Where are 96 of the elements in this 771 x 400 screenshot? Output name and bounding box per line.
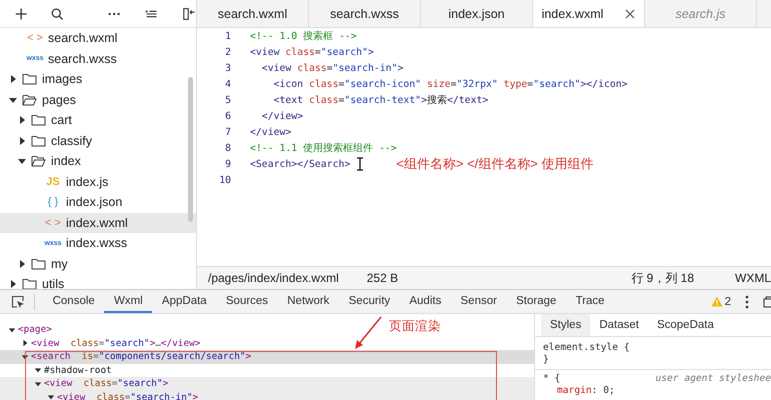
folder-icon [31, 134, 46, 147]
more-vertical-icon[interactable] [745, 294, 749, 308]
file-name[interactable]: index.js [66, 174, 108, 189]
devtools-tab[interactable]: Sensor [450, 290, 507, 313]
file-name[interactable]: index.wxml [66, 216, 128, 230]
line-number: 4 [224, 78, 231, 90]
folder-icon [22, 94, 37, 106]
line-number: 10 [218, 174, 231, 186]
devtools-tab[interactable]: Audits [400, 290, 451, 313]
folder-icon [31, 114, 46, 126]
close-icon[interactable] [625, 8, 636, 18]
annotation-arrow [352, 316, 384, 350]
text-cursor-icon [356, 157, 364, 171]
css-selector: element.style { [543, 342, 630, 353]
file-type-icon: < > [22, 32, 48, 44]
code-line: <Search></Search> [250, 158, 350, 170]
css-selector: * { [543, 372, 560, 384]
folder-name[interactable]: index [51, 154, 81, 168]
devtools-tab[interactable]: Sources [216, 290, 278, 313]
devtools-tab[interactable]: Trace [566, 290, 614, 313]
expand-arrow-icon[interactable] [34, 380, 42, 388]
editor-tab[interactable]: search.wxml [197, 0, 309, 27]
add-icon[interactable] [14, 6, 28, 22]
devtools-tab[interactable]: Security [339, 290, 400, 313]
devtools-tab[interactable]: Network [278, 290, 340, 313]
line-number: 2 [224, 46, 231, 58]
code-line: <view class="search"> [250, 46, 374, 58]
dom-node[interactable]: <view class="search"> [44, 378, 168, 390]
annotation-text: <组件名称> </组件名称> 使用组件 [396, 155, 594, 173]
file-name[interactable]: search.wxss [48, 52, 117, 66]
dom-node[interactable]: <view class="search">…</view> [31, 338, 200, 349]
folder-name[interactable]: pages [42, 92, 76, 107]
expand-arrow-icon[interactable] [17, 156, 27, 166]
folder-icon [22, 278, 37, 289]
expand-arrow-icon[interactable] [21, 339, 29, 348]
folder-name[interactable]: my [51, 256, 68, 271]
expand-arrow-icon[interactable] [21, 352, 29, 361]
file-size: 252 B [366, 271, 398, 285]
editor-tab[interactable]: index.wxml [533, 0, 645, 27]
devtools-tab[interactable]: Console [43, 290, 104, 313]
line-number: 1 [224, 30, 231, 42]
dom-node[interactable]: <page> [18, 324, 52, 336]
file-name[interactable]: index.wxss [66, 236, 128, 250]
file-name[interactable]: search.wxml [48, 31, 118, 46]
code-line: <!-- 1.0 搜索框 --> [250, 30, 357, 42]
folder-name[interactable]: cart [51, 113, 72, 128]
code-line: <view class="search-in"> [260, 62, 404, 74]
language-mode[interactable]: WXML [735, 271, 771, 285]
code-line: <!-- 1.1 使用搜索框组件 --> [250, 142, 397, 154]
file-type-icon: { } [40, 196, 66, 208]
expand-arrow-icon[interactable] [8, 279, 18, 289]
search-icon[interactable] [50, 6, 64, 22]
code-line: </view> [260, 110, 304, 122]
expand-arrow-icon[interactable] [8, 74, 18, 84]
line-number: 8 [224, 142, 231, 154]
expand-arrow-icon[interactable] [17, 136, 27, 146]
expand-arrow-icon[interactable] [47, 393, 55, 400]
styles-tab[interactable]: ScopeData [648, 314, 723, 336]
styles-tab[interactable]: Dataset [590, 314, 648, 336]
file-path: /pages/index/index.wxml [208, 271, 339, 285]
styles-tab[interactable]: Styles [541, 314, 590, 336]
expand-arrow-icon[interactable] [34, 366, 42, 374]
folder-icon [31, 258, 46, 270]
line-number: 6 [224, 110, 231, 122]
line-number: 9 [224, 158, 231, 170]
folder-name[interactable]: images [42, 72, 82, 86]
line-number: 3 [224, 62, 231, 74]
editor-tab[interactable]: search.wxss [309, 0, 421, 27]
line-number: 5 [224, 94, 231, 106]
file-name[interactable]: index.json [66, 195, 122, 210]
css-brace: } [543, 354, 549, 366]
annotation-text: 页面渲染 [389, 318, 441, 335]
code-line: <text class="search-text">搜索</text> [272, 94, 488, 106]
inspect-icon[interactable] [11, 294, 25, 308]
folder-name[interactable]: classify [51, 134, 92, 148]
expand-arrow-icon[interactable] [17, 258, 27, 269]
file-type-icon: < > [40, 216, 66, 229]
devtools-tab[interactable]: Storage [506, 290, 566, 313]
devtools-tab[interactable]: AppData [152, 290, 216, 313]
scrollbar[interactable] [188, 77, 193, 222]
cursor-position: 行 9，列 18 [631, 270, 694, 286]
expand-arrow-icon[interactable] [8, 326, 16, 334]
sidebar-toggle-icon[interactable] [182, 6, 196, 22]
folder-icon [31, 155, 46, 168]
folder-icon [22, 73, 37, 86]
file-type-icon: JS [40, 176, 66, 188]
rule-origin: user agent styleshee [655, 372, 771, 384]
expand-arrow-icon[interactable] [17, 115, 27, 126]
devtools-tab[interactable]: Wxml [104, 290, 152, 313]
css-declaration: margin: 0; [556, 385, 615, 396]
folder-name[interactable]: utils [42, 277, 64, 289]
line-number: 7 [224, 126, 231, 138]
dom-node[interactable]: #shadow-root [44, 364, 112, 376]
code-line: </view> [250, 126, 292, 138]
code-line: <icon class="search-icon" size="32rpx" type="search"></icon> [272, 78, 628, 90]
warning-count[interactable]: 2 [724, 296, 731, 308]
